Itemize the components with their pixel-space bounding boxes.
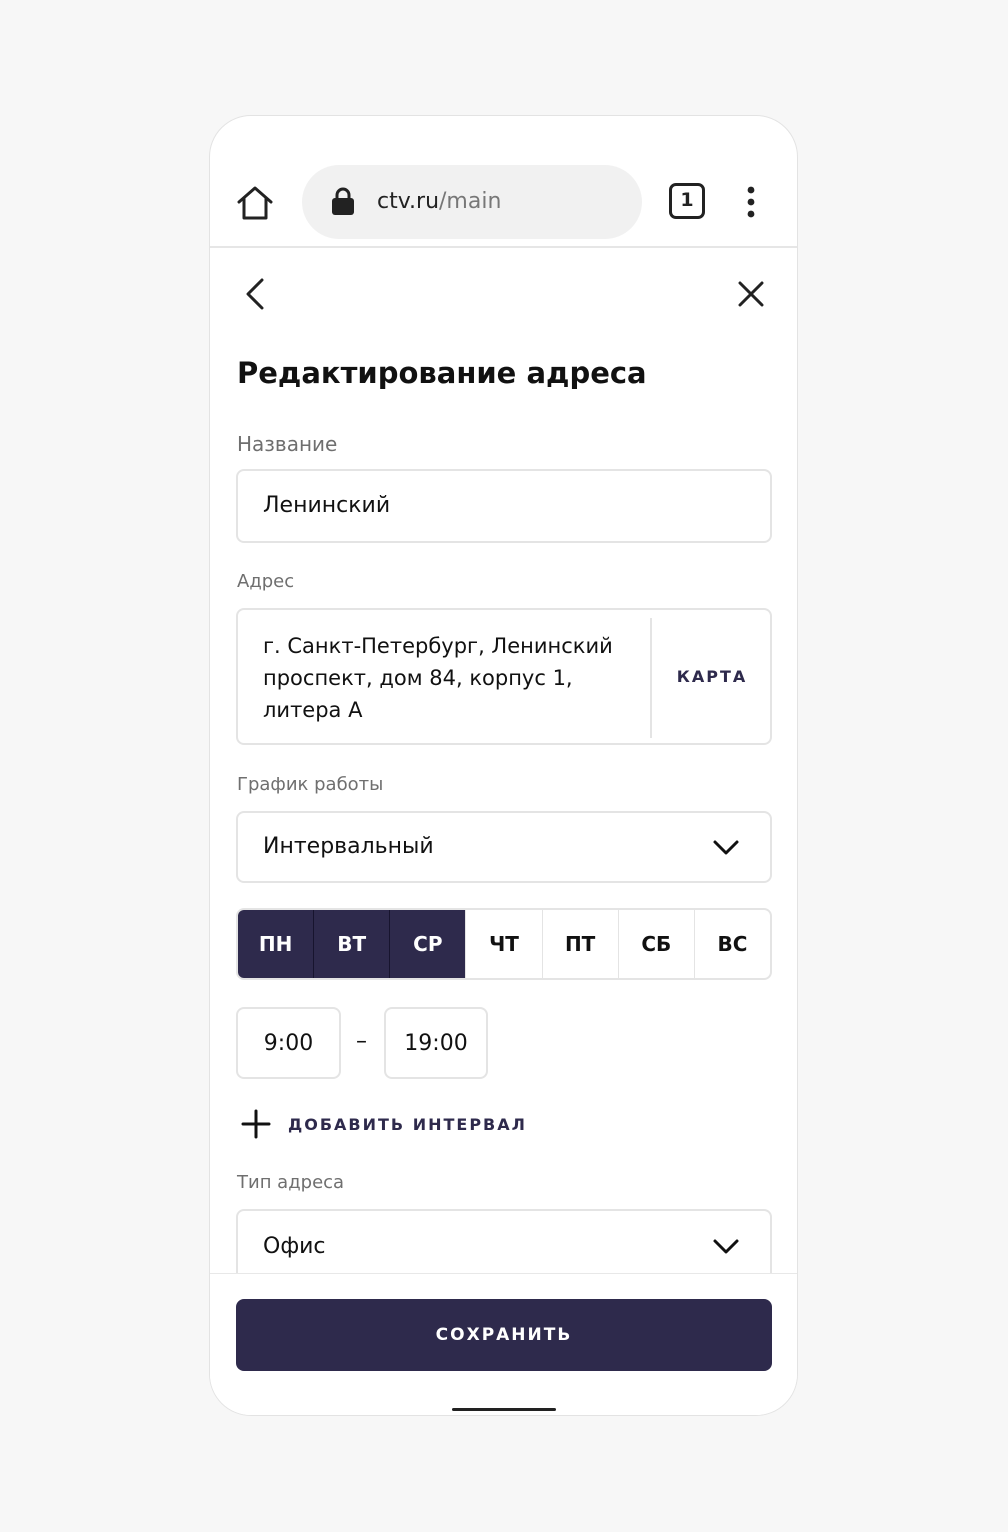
address-value: г. Санкт-Петербург, Ленинский проспект, … — [263, 634, 613, 722]
schedule-label: График работы — [237, 774, 384, 795]
home-icon[interactable] — [236, 184, 274, 222]
schedule-select[interactable]: Интервальный — [236, 811, 772, 883]
more-vertical-icon[interactable] — [745, 186, 757, 218]
home-indicator — [452, 1408, 556, 1411]
url-domain: ctv.ru — [377, 189, 440, 214]
chevron-down-icon — [713, 1239, 739, 1254]
name-label: Название — [237, 432, 338, 456]
close-icon[interactable] — [731, 274, 771, 314]
address-type-value: Офис — [263, 1234, 326, 1259]
plus-icon — [241, 1109, 271, 1139]
day-button[interactable]: ПН — [238, 910, 314, 978]
save-button[interactable]: СОХРАНИТЬ — [236, 1299, 772, 1371]
add-interval-label: ДОБАВИТЬ ИНТЕРВАЛ — [288, 1114, 527, 1134]
address-label: Адрес — [237, 571, 295, 592]
day-button[interactable]: СБ — [617, 910, 694, 978]
day-button[interactable]: ВТ — [313, 910, 390, 978]
time-to-input[interactable]: 19:00 — [384, 1007, 488, 1079]
address-type-label: Тип адреса — [237, 1172, 345, 1193]
map-button[interactable]: КАРТА — [652, 610, 772, 743]
day-button[interactable]: СР — [389, 910, 466, 978]
chevron-down-icon — [713, 840, 739, 855]
day-button[interactable]: ВС — [693, 910, 770, 978]
tabs-count-button[interactable]: 1 — [669, 183, 705, 219]
add-interval-button[interactable]: ДОБАВИТЬ ИНТЕРВАЛ — [240, 1106, 527, 1142]
address-field[interactable]: г. Санкт-Петербург, Ленинский проспект, … — [236, 608, 772, 745]
name-field[interactable]: Ленинский — [236, 469, 772, 543]
url-path: /main — [439, 189, 502, 214]
day-button[interactable]: ПТ — [541, 910, 618, 978]
weekday-selector: ПН ВТ СР ЧТ ПТ СБ ВС — [236, 908, 772, 980]
day-button[interactable]: ЧТ — [465, 910, 541, 978]
url-bar[interactable]: ctv.ru/main — [302, 165, 642, 239]
time-from-input[interactable]: 9:00 — [236, 1007, 341, 1079]
phone-frame: ctv.ru/main 1 Редактирование адреса Назв… — [209, 115, 798, 1416]
chevron-left-icon[interactable] — [236, 274, 276, 314]
lock-icon — [332, 187, 354, 215]
page-title: Редактирование адреса — [237, 356, 647, 390]
time-separator: – — [356, 1029, 367, 1054]
bottom-action-bar: СОХРАНИТЬ — [210, 1273, 797, 1415]
schedule-value: Интервальный — [263, 834, 434, 859]
name-value: Ленинский — [263, 493, 391, 518]
url-text: ctv.ru/main — [377, 187, 501, 217]
browser-toolbar: ctv.ru/main 1 — [210, 116, 797, 248]
